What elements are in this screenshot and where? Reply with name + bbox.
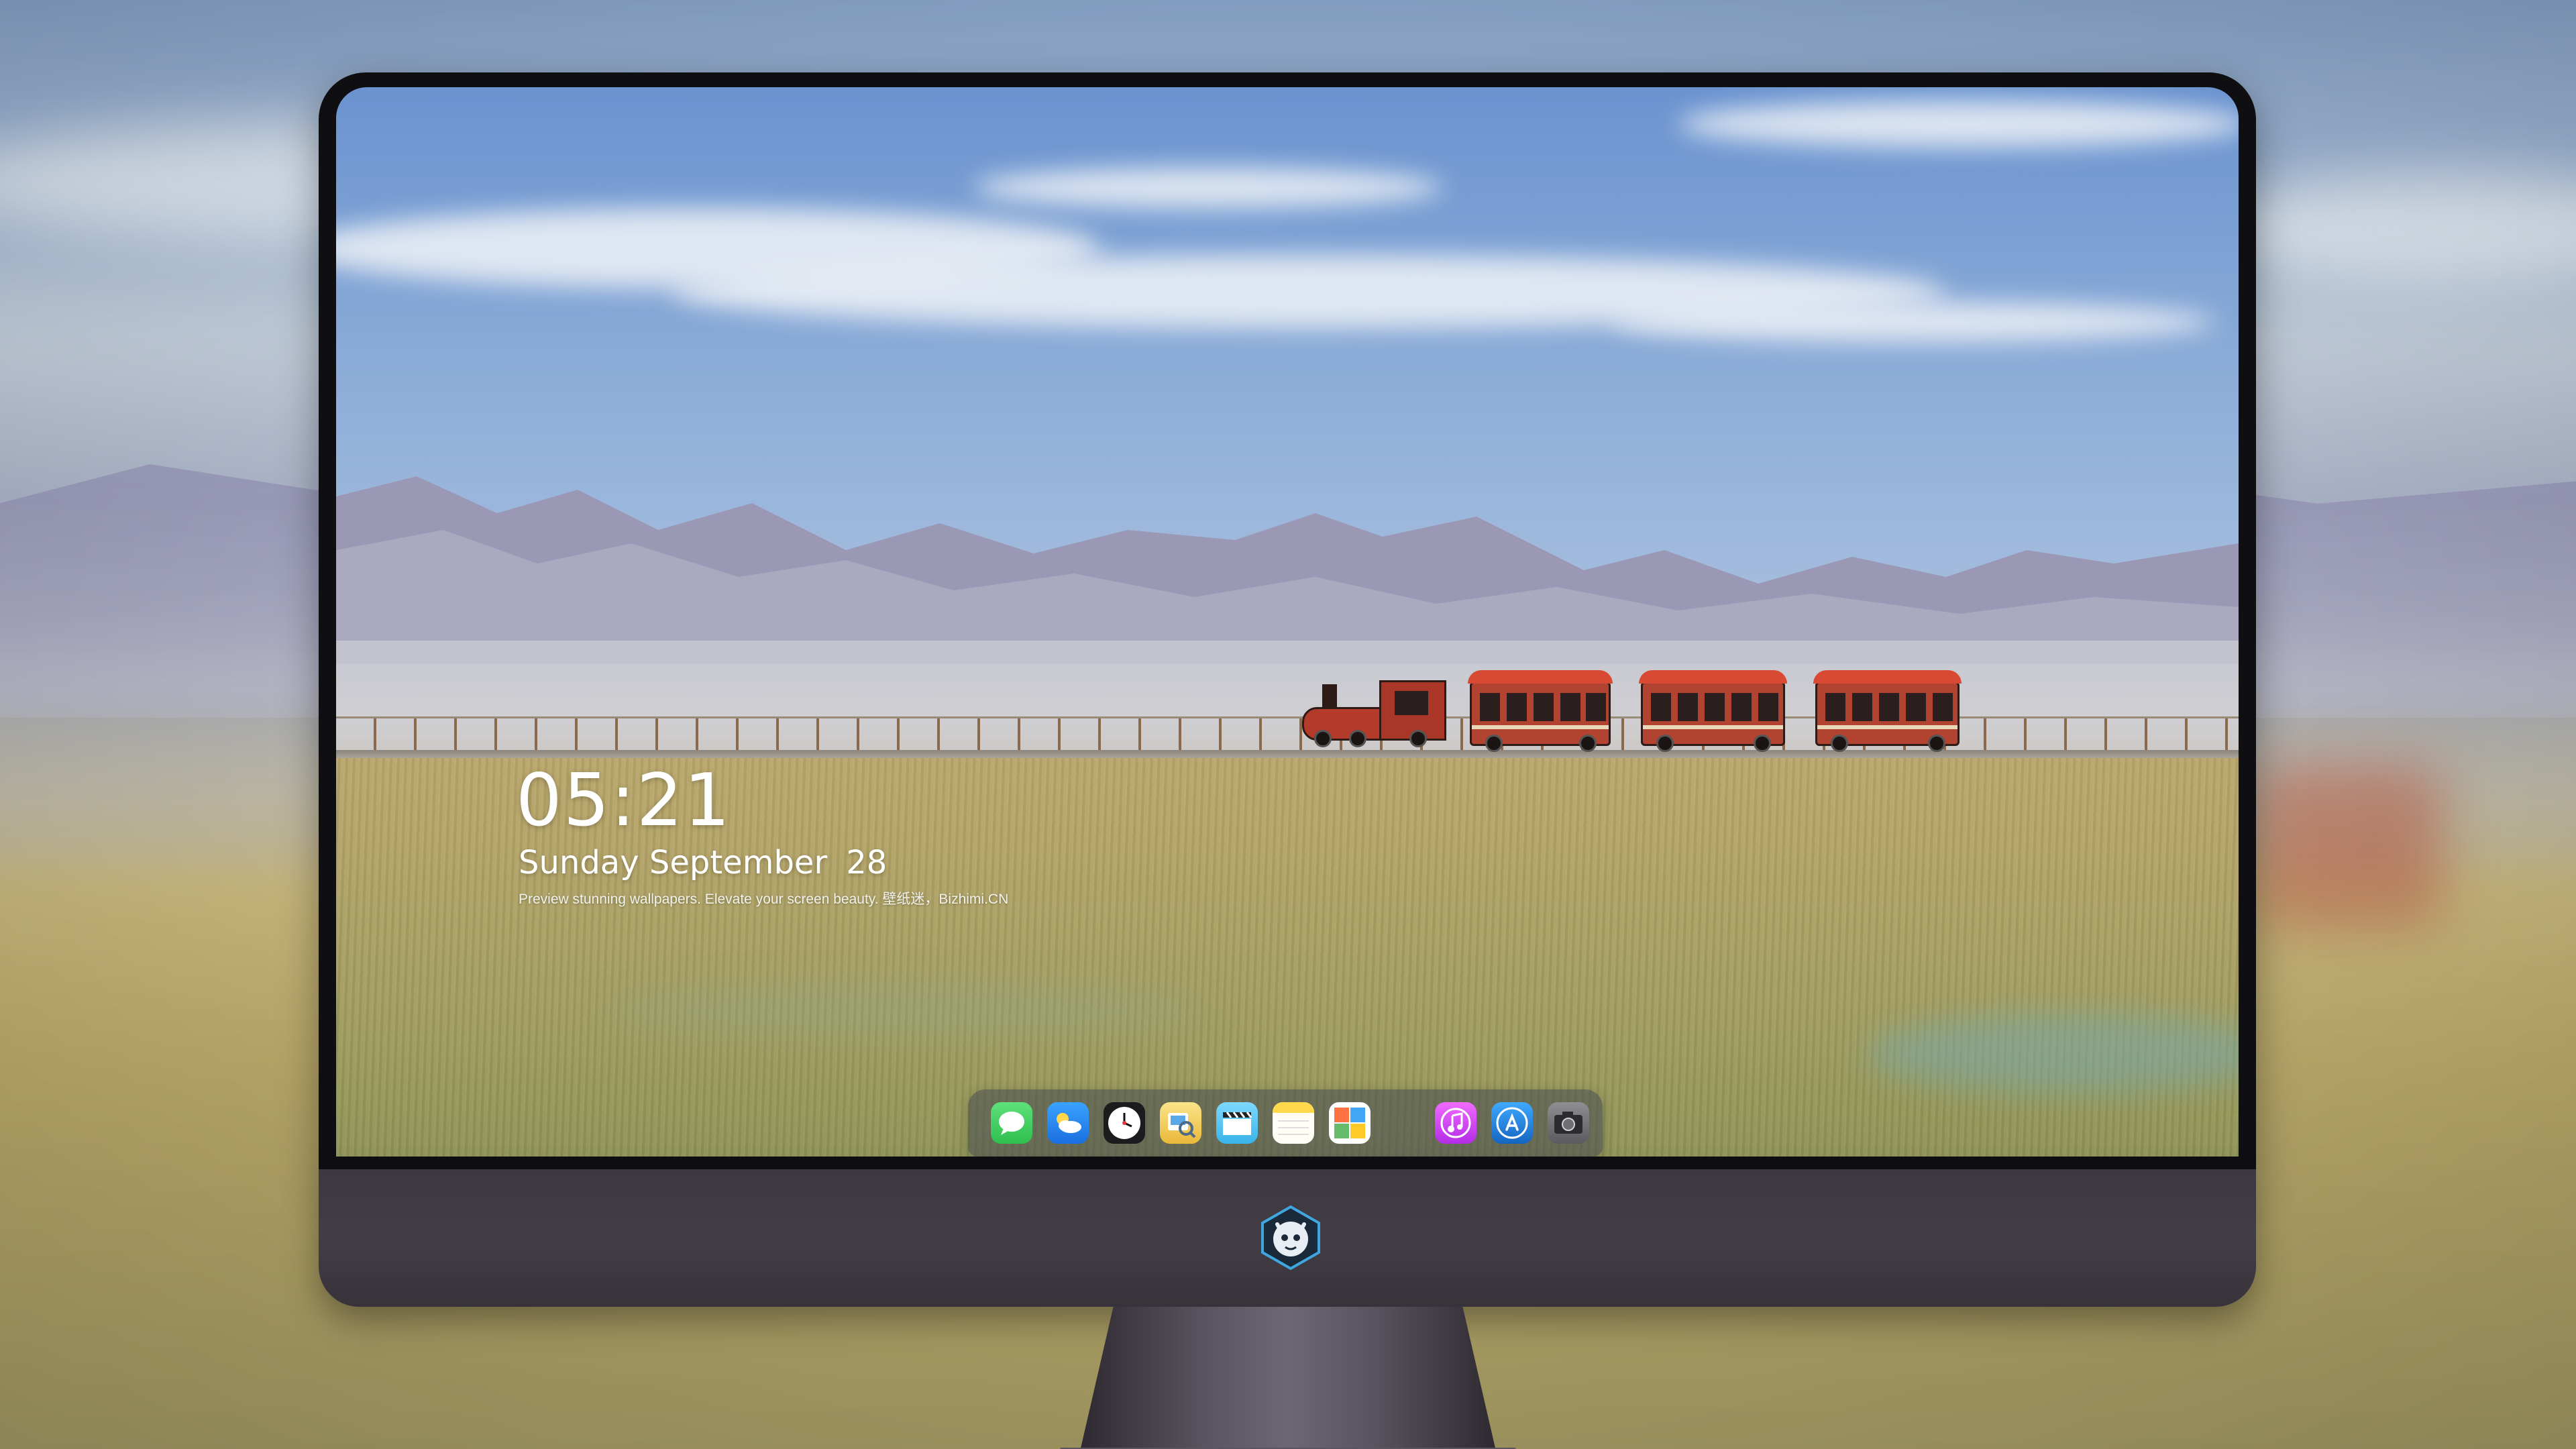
wallpaper-cloud	[973, 168, 1443, 208]
camera-icon	[1554, 1112, 1582, 1134]
date-weekday-month: Sunday September	[519, 844, 828, 881]
app-store-app[interactable]	[1491, 1102, 1533, 1144]
sightseeing-train	[1302, 665, 1973, 753]
wallpaper-tagline: Preview stunning wallpapers. Elevate you…	[519, 892, 1009, 907]
photo-booth-app[interactable]	[1329, 1102, 1371, 1144]
weather-icon	[1057, 1113, 1081, 1133]
marsh-water	[604, 986, 1208, 1033]
dock	[968, 1089, 1603, 1157]
clock-app[interactable]	[1104, 1102, 1145, 1144]
dragon-mascot-logo	[1257, 1204, 1324, 1271]
clips-app[interactable]	[1216, 1102, 1258, 1144]
monitor-stand-neck	[1080, 1307, 1496, 1449]
preview-icon	[1168, 1113, 1196, 1138]
lockscreen-clock: 05:21	[516, 759, 732, 843]
notes-icon	[1273, 1102, 1314, 1135]
preview-app[interactable]	[1160, 1102, 1201, 1144]
music-icon	[1440, 1108, 1471, 1138]
messages-icon	[999, 1112, 1024, 1135]
lock-screen[interactable]: 05:21 Sunday September 28 Preview stunni…	[336, 87, 2239, 1157]
monitor: 05:21 Sunday September 28 Preview stunni…	[319, 72, 2256, 1449]
app-store-icon	[1496, 1107, 1528, 1139]
wallpaper-cloud	[1678, 101, 2239, 148]
notes-app[interactable]	[1273, 1102, 1314, 1144]
train-car	[1639, 670, 1787, 752]
itunes-app[interactable]	[1435, 1102, 1477, 1144]
clock-icon	[1108, 1107, 1140, 1139]
train-car	[1813, 670, 1962, 752]
wallpaper	[336, 87, 2239, 1157]
locomotive	[1302, 675, 1446, 749]
photo-booth-icon	[1334, 1108, 1365, 1138]
messages-app[interactable]	[991, 1102, 1032, 1144]
weather-app[interactable]	[1047, 1102, 1089, 1144]
train-car	[1468, 670, 1613, 752]
date-day: 28	[846, 844, 888, 881]
lockscreen-date: Sunday September 28	[519, 844, 887, 881]
camera-app[interactable]	[1548, 1102, 1589, 1144]
wallpaper-cloud	[1611, 302, 2214, 342]
clapperboard-icon	[1223, 1112, 1252, 1135]
